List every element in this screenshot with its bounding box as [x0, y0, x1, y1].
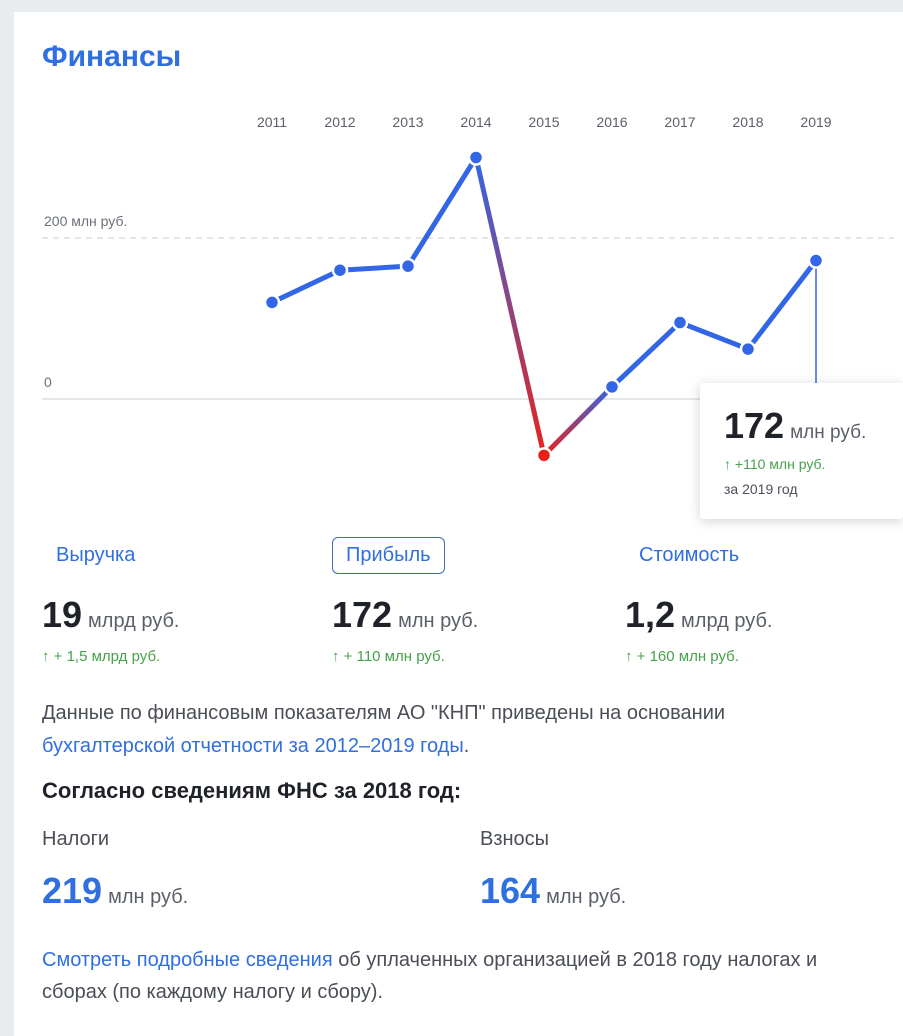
- series-line-segment: [609, 320, 683, 390]
- fees-amount: 164 млн руб.: [480, 870, 626, 912]
- value-unit: млрд руб.: [681, 610, 773, 632]
- data-point: [399, 257, 417, 275]
- taxes-label: Налоги: [42, 828, 110, 850]
- y-reference-label: 200 млн руб.: [44, 213, 127, 229]
- finance-card: Финансы 2011 2012 2013 2014 2015 2016 2017 2018…: [14, 12, 903, 1036]
- profit-delta: ↑ + 110 млн руб.: [332, 648, 445, 665]
- tooltip-unit: млн руб.: [790, 422, 867, 443]
- revenue-delta: ↑ + 1,5 млрд руб.: [42, 648, 161, 665]
- tooltip-period: за 2019 год: [724, 481, 798, 497]
- data-point: [739, 340, 757, 358]
- tab-revenue[interactable]: Выручка: [56, 544, 135, 567]
- data-point: [671, 314, 689, 331]
- value-value: 1,2: [625, 594, 676, 635]
- chart-tooltip: 172 млн руб. ↑ +110 млн руб. за 2019 год: [700, 383, 903, 519]
- series-line-segment: [337, 263, 411, 273]
- value-delta: ↑ + 160 млн руб.: [625, 648, 739, 665]
- data-point: [331, 261, 349, 279]
- data-point: [603, 378, 621, 396]
- footer-note: Смотреть подробные сведения об уплаченны…: [42, 944, 882, 1008]
- tooltip-value: 172 млн руб.: [724, 405, 866, 447]
- profit-value: 172: [332, 594, 393, 635]
- tooltip-number: 172: [724, 405, 785, 446]
- x-tick-label: 2019: [800, 114, 831, 130]
- series-line-segment: [405, 155, 479, 269]
- x-tick-label: 2015: [528, 114, 559, 130]
- revenue-unit: млрд руб.: [88, 610, 180, 632]
- value-metric: 1,2 млрд руб.: [625, 594, 773, 636]
- profit-metric: 172 млн руб.: [332, 594, 478, 636]
- series-line-segment: [677, 320, 751, 352]
- tooltip-delta: ↑ +110 млн руб.: [724, 456, 826, 472]
- data-point: [807, 252, 825, 269]
- note-text: Данные по финансовым показателям АО "КНП…: [42, 702, 726, 724]
- series-line-segment: [473, 155, 547, 458]
- accounting-reports-link[interactable]: бухгалтерской отчетности за 2012–2019 го…: [42, 735, 464, 757]
- tab-value[interactable]: Стоимость: [639, 544, 739, 567]
- x-tick-label: 2011: [257, 114, 287, 130]
- data-source-note: Данные по финансовым показателям АО "КНП…: [42, 697, 862, 763]
- x-tick-label: 2012: [324, 114, 355, 130]
- data-point: [263, 294, 281, 311]
- x-tick-label: 2017: [664, 114, 695, 130]
- fees-value: 164: [480, 870, 541, 911]
- fns-title: Согласно сведениям ФНС за 2018 год:: [42, 778, 462, 803]
- data-point: [535, 447, 553, 464]
- series-line-segment: [269, 267, 343, 305]
- y-reference-label: 0: [44, 374, 52, 390]
- detailed-info-link[interactable]: Смотреть подробные сведения: [42, 949, 333, 971]
- profit-unit: млн руб.: [398, 610, 479, 632]
- tab-profit[interactable]: Прибыль: [332, 537, 445, 574]
- revenue-metric: 19 млрд руб.: [42, 594, 180, 636]
- fees-label: Взносы: [480, 828, 550, 850]
- x-tick-label: 2014: [460, 114, 491, 130]
- series-line-segment: [541, 384, 615, 458]
- x-tick-label: 2013: [392, 114, 423, 130]
- series-line-segment: [745, 258, 819, 352]
- taxes-unit: млн руб.: [108, 886, 189, 908]
- data-point: [467, 149, 485, 166]
- x-tick-label: 2016: [596, 114, 627, 130]
- fees-unit: млн руб.: [546, 886, 627, 908]
- taxes-amount: 219 млн руб.: [42, 870, 188, 912]
- taxes-value: 219: [42, 870, 103, 911]
- revenue-value: 19: [42, 594, 83, 635]
- note-end: .: [463, 735, 470, 757]
- x-tick-label: 2018: [732, 114, 763, 130]
